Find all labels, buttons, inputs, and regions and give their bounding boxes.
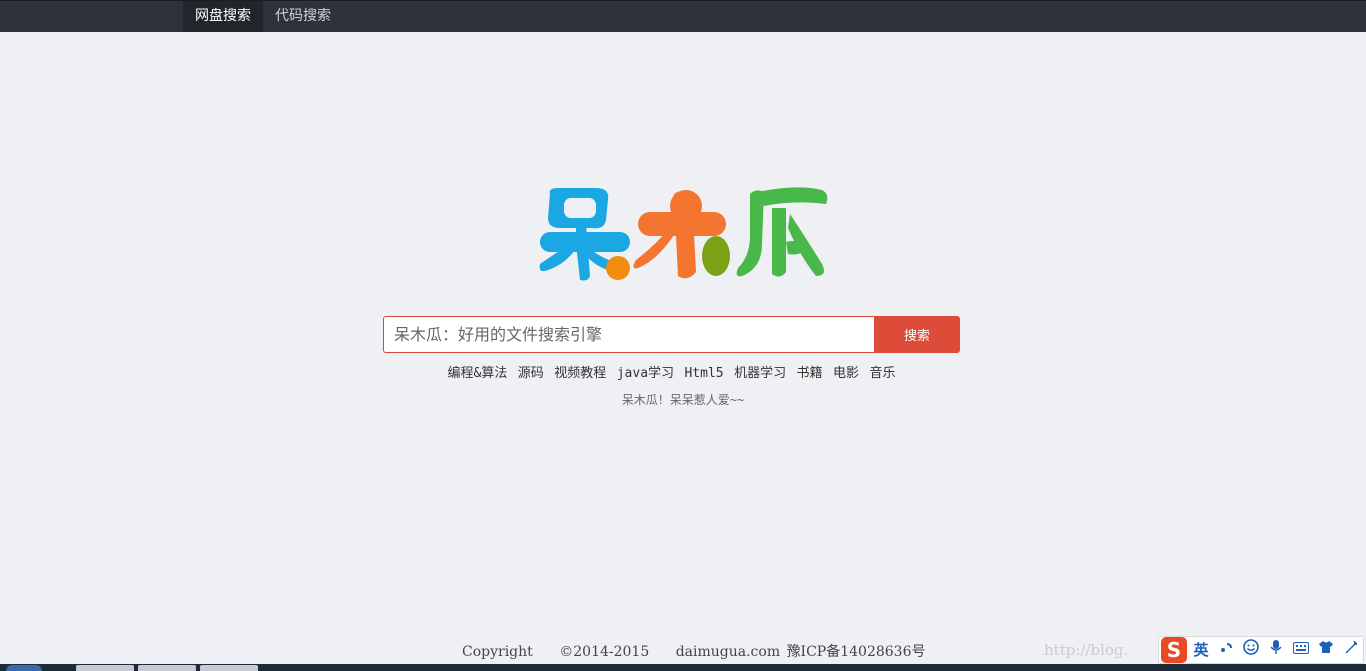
- hotword-link[interactable]: java学习: [617, 366, 674, 381]
- hotword-link[interactable]: Html5: [684, 366, 723, 381]
- hotword-link[interactable]: 机器学习: [734, 366, 786, 381]
- site-logo[interactable]: [536, 184, 832, 284]
- hotword-link[interactable]: 书籍: [797, 366, 823, 381]
- ime-language-toggle[interactable]: 英: [1190, 639, 1212, 661]
- ime-toolbar[interactable]: S 英: [1158, 636, 1364, 664]
- top-navbar: 网盘搜索 代码搜索: [0, 0, 1366, 32]
- search-button[interactable]: 搜索: [874, 316, 960, 353]
- hotword-link[interactable]: 电影: [833, 366, 859, 381]
- search-input[interactable]: [383, 316, 875, 353]
- taskbar-app-button[interactable]: [200, 665, 258, 671]
- blog-watermark: http://blog.: [1044, 641, 1129, 659]
- start-button[interactable]: [6, 665, 42, 671]
- skin-icon[interactable]: [1315, 639, 1337, 661]
- punctuation-icon[interactable]: [1215, 639, 1237, 661]
- footer-domain[interactable]: daimugua.com: [676, 644, 780, 660]
- tab-pan-search[interactable]: 网盘搜索: [183, 1, 263, 32]
- keyboard-icon[interactable]: [1290, 639, 1312, 661]
- hotword-link[interactable]: 视频教程: [554, 366, 606, 381]
- os-taskbar: [0, 664, 1366, 671]
- footer-icp[interactable]: 豫ICP备14028636号: [787, 644, 926, 660]
- hotword-link[interactable]: 源码: [518, 366, 544, 381]
- slogan-text: 呆木瓜！呆呆惹人爱~~: [621, 393, 745, 407]
- wrench-icon[interactable]: [1340, 639, 1362, 661]
- hot-keywords: 编程&算法 源码 视频教程 java学习 Html5 机器学习 书籍 电影 音乐: [383, 362, 960, 381]
- search-form: 搜索: [383, 316, 960, 353]
- sogou-logo-icon[interactable]: S: [1161, 637, 1187, 663]
- taskbar-app-button[interactable]: [76, 665, 134, 671]
- taskbar-app-button[interactable]: [138, 665, 196, 671]
- logo-graphic: [539, 187, 828, 281]
- emoji-icon[interactable]: [1240, 639, 1262, 661]
- hotword-link[interactable]: 编程&算法: [448, 366, 508, 381]
- footer-copyright: Copyright: [462, 644, 533, 660]
- hotword-link[interactable]: 音乐: [869, 366, 895, 381]
- footer-years: ©2014-2015: [559, 644, 650, 660]
- tab-code-search[interactable]: 代码搜索: [263, 1, 343, 32]
- footer: Copyright ©2014-2015 daimugua.com 豫ICP备1…: [462, 641, 925, 661]
- microphone-icon[interactable]: [1265, 639, 1287, 661]
